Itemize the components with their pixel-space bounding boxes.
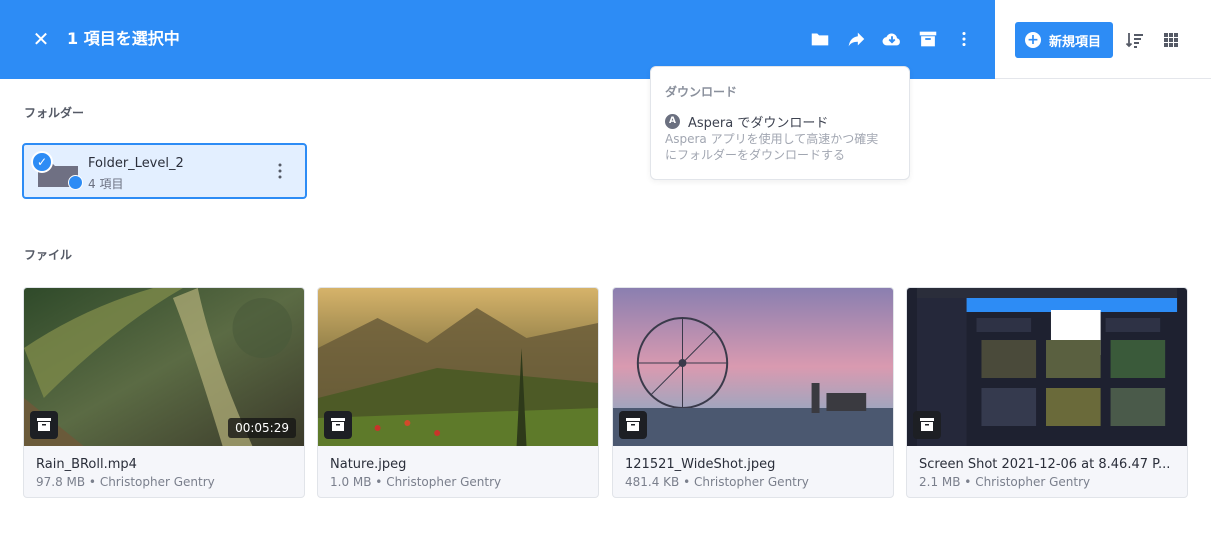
folder-card[interactable]: ✓ Folder_Level_2 4 項目: [22, 143, 307, 199]
folders-section-title: フォルダー: [24, 106, 85, 120]
share-icon[interactable]: [845, 28, 867, 50]
file-name: Screen Shot 2021-12-06 at 8.46.47 P...: [919, 457, 1171, 472]
file-card[interactable]: Screen Shot 2021-12-06 at 8.46.47 P... 2…: [906, 287, 1188, 498]
file-name: Nature.jpeg: [330, 457, 407, 472]
file-name: 121521_WideShot.jpeg: [625, 457, 776, 472]
menu-item-label: Aspera でダウンロード: [688, 116, 829, 131]
file-name: Rain_BRoll.mp4: [36, 457, 137, 472]
shared-cube-icon: [68, 175, 83, 190]
sort-icon[interactable]: [1125, 30, 1145, 50]
plus-icon: +: [1025, 32, 1041, 48]
archive-icon[interactable]: [917, 28, 939, 50]
file-meta: 2.1 MB • Christopher Gentry: [919, 475, 1091, 489]
file-card[interactable]: 00:05:29 Rain_BRoll.mp4 97.8 MB • Christ…: [23, 287, 305, 498]
files-section-title: ファイル: [24, 248, 73, 262]
file-thumbnail: [907, 288, 1187, 446]
file-meta: 97.8 MB • Christopher Gentry: [36, 475, 215, 489]
new-item-label: 新規項目: [1049, 34, 1102, 50]
folder-more-icon[interactable]: [272, 161, 288, 181]
folder-item-count: 4 項目: [88, 177, 124, 191]
aspera-icon: A: [665, 114, 680, 129]
new-item-button[interactable]: + 新規項目: [1015, 22, 1113, 58]
file-card[interactable]: 121521_WideShot.jpeg 481.4 KB • Christop…: [612, 287, 894, 498]
archive-badge-icon: [619, 411, 647, 439]
header-actions: + 新規項目: [995, 0, 1211, 79]
file-meta: 481.4 KB • Christopher Gentry: [625, 475, 809, 489]
file-meta: 1.0 MB • Christopher Gentry: [330, 475, 502, 489]
file-card[interactable]: Nature.jpeg 1.0 MB • Christopher Gentry: [317, 287, 599, 498]
selection-title: 1 項目を選択中: [67, 29, 180, 48]
archive-badge-icon: [30, 411, 58, 439]
dropdown-heading: ダウンロード: [665, 85, 738, 99]
archive-badge-icon: [913, 411, 941, 439]
file-thumbnail: [613, 288, 893, 446]
file-thumbnail: [318, 288, 598, 446]
selected-check-icon[interactable]: ✓: [31, 151, 53, 173]
menu-item-description: Aspera アプリを使用して高速かつ確実にフォルダーをダウンロードする: [665, 132, 879, 162]
download-dropdown-menu: ダウンロード A Aspera でダウンロード Aspera アプリを使用して高…: [650, 66, 910, 180]
video-duration: 00:05:29: [228, 418, 296, 438]
more-vertical-icon[interactable]: [953, 28, 975, 50]
grid-view-icon[interactable]: [1161, 30, 1181, 50]
folder-icon[interactable]: [809, 28, 831, 50]
close-selection-button[interactable]: ✕: [30, 28, 52, 50]
folder-name: Folder_Level_2: [88, 156, 184, 171]
archive-badge-icon: [324, 411, 352, 439]
cloud-download-icon[interactable]: [881, 28, 903, 50]
